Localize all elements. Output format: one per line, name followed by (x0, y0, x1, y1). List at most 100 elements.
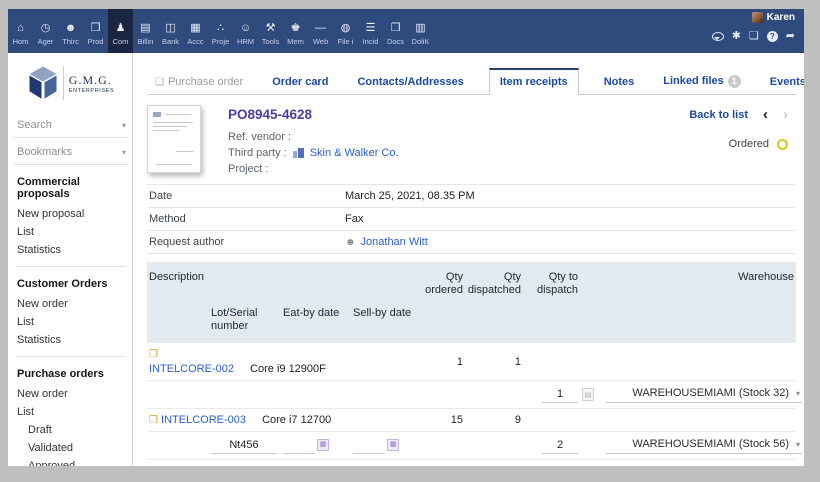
menu-item-agenda[interactable]: ◷Ager (33, 9, 58, 53)
tools-icon: ⚒ (266, 22, 276, 37)
bug-icon[interactable]: ✱ (732, 30, 741, 42)
bank-icon: ◫ (165, 22, 175, 37)
col-header-sell-by-date: Sell-by date (351, 301, 423, 343)
previous-record-icon[interactable]: ‹ (763, 109, 768, 121)
menu-label: Accc (187, 37, 203, 46)
sidebar-item-new-customer-order[interactable]: New order (14, 295, 128, 313)
lot-serial-input[interactable] (211, 438, 277, 454)
status-ordered-icon (777, 139, 788, 150)
dispatch-row: ▦ ▦ ▤ WAREHOUSENEWYORK (Stock 89) ▾ (147, 460, 796, 467)
chat-bubble-icon[interactable] (712, 32, 724, 41)
warehouse-value: WAREHOUSEMIAMI (Stock 56) (632, 438, 789, 450)
menu-item-file-manager[interactable]: ◍File i (333, 9, 358, 53)
tab-bar: ❏ Purchase order Order card Contacts/Add… (147, 65, 796, 95)
eat-by-date-input[interactable] (283, 438, 315, 454)
detail-label: Method (149, 213, 345, 225)
sidebar-item-customer-orders-list[interactable]: List (14, 313, 128, 331)
sidebar-item-proposals-statistics[interactable]: Statistics (14, 241, 128, 259)
col-header-warehouse: Warehouse (604, 262, 796, 301)
tab-purchase-order-doc[interactable]: ❏ Purchase order (151, 69, 247, 94)
search-dropdown[interactable]: Search ▾ (14, 111, 128, 138)
sidebar-item-purchase-orders-list[interactable]: List (14, 403, 128, 421)
bookmarks-dropdown[interactable]: Bookmarks ▾ (14, 138, 128, 165)
detail-row-date: Date March 25, 2021, 08.35 PM (147, 185, 796, 208)
detail-value: Fax (345, 213, 363, 225)
product-ref-link[interactable]: INTELCORE-003 (161, 414, 246, 426)
incidents-icon: ☰ (366, 22, 376, 37)
sell-by-date-input[interactable] (353, 438, 385, 454)
split-line-icon[interactable]: ▤ (582, 388, 594, 401)
printer-icon[interactable]: ❏ (749, 30, 759, 42)
third-party-link[interactable]: Skin & Walker Co. (310, 147, 399, 159)
tab-item-receipts[interactable]: Item receipts (489, 68, 579, 95)
products-icon: ❒ (91, 22, 101, 37)
commerce-icon: ♟ (116, 22, 126, 37)
avatar (752, 12, 763, 23)
status-label: Ordered (729, 138, 769, 150)
menu-item-website[interactable]: ―Web (308, 9, 333, 53)
screen-frame: ⌂Hom ◷Ager ☻Thirc ❒Prod ♟Com ▤Billin ◫Ba… (0, 0, 820, 482)
menu-item-home[interactable]: ⌂Hom (8, 9, 33, 53)
tab-label: Linked files (663, 75, 724, 87)
next-record-icon[interactable]: › (783, 109, 788, 121)
user-icon: ☻ (345, 237, 356, 248)
sidebar-item-approved[interactable]: Approved (14, 457, 128, 466)
tab-order-card[interactable]: Order card (268, 69, 332, 94)
sidebar-item-new-purchase-order[interactable]: New order (14, 385, 128, 403)
third-party-label: Third party : (228, 147, 287, 159)
dolikiosk-icon: ▥ (415, 22, 425, 37)
sidebar-item-proposals-list[interactable]: List (14, 223, 128, 241)
request-author-link[interactable]: Jonathan Witt (361, 236, 428, 248)
tab-events-agenda[interactable]: Events/Agenda (766, 69, 804, 94)
qty-to-dispatch-input[interactable] (542, 438, 578, 454)
hrm-icon: ☺ (240, 22, 251, 37)
warehouse-select[interactable]: WAREHOUSENEWYORK (Stock 89) ▾ (606, 465, 802, 466)
sidebar-item-customer-orders-statistics[interactable]: Statistics (14, 331, 128, 349)
menu-item-bank[interactable]: ◫Bank (158, 9, 183, 53)
product-ref-link[interactable]: INTELCORE-002 (149, 363, 234, 375)
menu-item-third-parties[interactable]: ☻Thirc (58, 9, 83, 53)
menu-item-tools[interactable]: ⚒Tools (258, 9, 283, 53)
dispatch-row: ▤ WAREHOUSEMIAMI (Stock 32) ▾ (147, 381, 796, 409)
sidebar-item-validated[interactable]: Validated (14, 439, 128, 457)
warehouse-select[interactable]: WAREHOUSEMIAMI (Stock 56) ▾ (606, 437, 802, 454)
logo-title: G.M.G. (69, 73, 114, 88)
tab-notes[interactable]: Notes (600, 69, 639, 94)
logout-icon[interactable]: ➦ (786, 30, 795, 42)
logo-subtitle: ENTERPRISES (69, 88, 114, 94)
menu-item-members[interactable]: ♚Mem (283, 9, 308, 53)
menu-item-projects[interactable]: ∴Proje (208, 9, 233, 53)
tab-linked-files[interactable]: Linked files1 (659, 68, 745, 94)
bookmarks-dropdown-label: Bookmarks (17, 146, 72, 158)
menu-item-hrm[interactable]: ☺HRM (233, 9, 258, 53)
menu-item-products[interactable]: ❒Prod (83, 9, 108, 53)
detail-row-method: Method Fax (147, 208, 796, 231)
sidebar-item-new-proposal[interactable]: New proposal (14, 205, 128, 223)
menu-item-incidents[interactable]: ☰Incid (358, 9, 383, 53)
calendar-icon[interactable]: ▦ (387, 439, 399, 451)
tab-contacts-addresses[interactable]: Contacts/Addresses (353, 69, 467, 94)
product-label: Core i7 12700 (262, 414, 331, 426)
order-reference: PO8945-4628 (228, 107, 399, 122)
menu-item-billing[interactable]: ▤Billin (133, 9, 158, 53)
help-icon[interactable]: ? (767, 31, 778, 42)
calendar-icon[interactable]: ▦ (317, 439, 329, 451)
menu-item-docs[interactable]: ❐Docs (383, 9, 408, 53)
warehouse-select[interactable]: WAREHOUSEMIAMI (Stock 32) ▾ (606, 386, 802, 403)
document-thumbnail[interactable] (147, 105, 201, 173)
menu-item-commerce[interactable]: ♟Com (108, 9, 133, 53)
logo-hexagon-icon (28, 65, 58, 101)
menu-item-dolikiosk[interactable]: ▥DoliK (408, 9, 433, 53)
qty-to-dispatch-input[interactable] (542, 387, 578, 403)
project-label: Project : (228, 163, 268, 175)
qty-ordered-value: 15 (423, 409, 465, 432)
user-menu[interactable]: Karen (712, 12, 795, 23)
user-name: Karen (767, 12, 795, 23)
sidebar-item-draft[interactable]: Draft (14, 421, 128, 439)
menu-label: Billin (138, 37, 154, 46)
menu-item-accounting[interactable]: ▦Accc (183, 9, 208, 53)
menu-label: Bank (162, 37, 179, 46)
ref-vendor-label: Ref. vendor : (228, 131, 291, 143)
back-to-list-link[interactable]: Back to list (689, 109, 748, 121)
item-receipts-table: Description Qty ordered Qty dispatched Q… (147, 262, 796, 466)
